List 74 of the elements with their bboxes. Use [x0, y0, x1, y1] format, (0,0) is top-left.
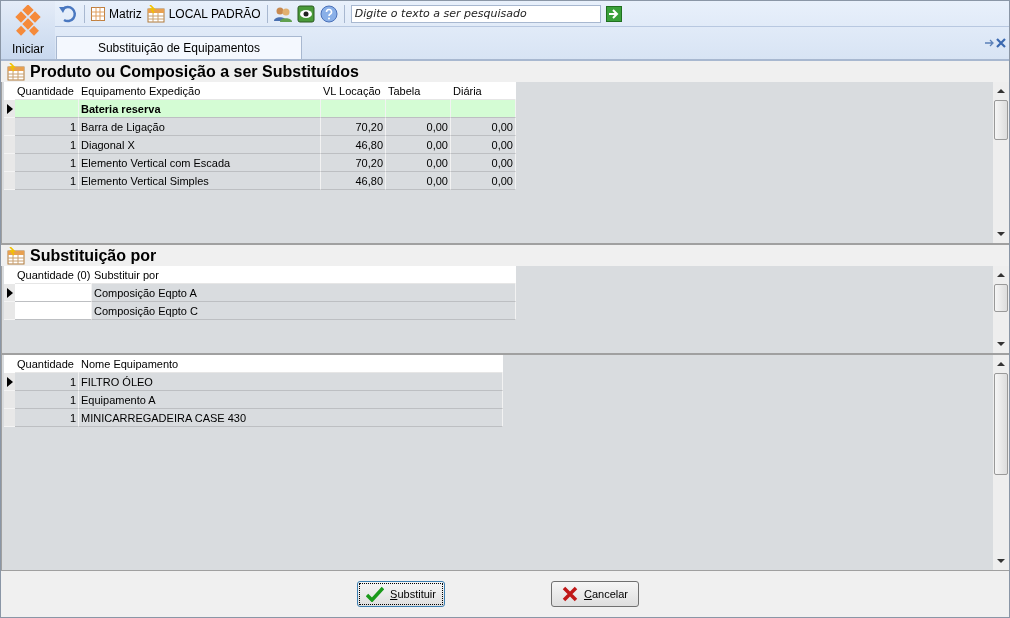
pin-close-icon[interactable]: [985, 38, 1007, 48]
users-icon[interactable]: [273, 5, 292, 22]
grid-icon: [91, 6, 105, 21]
table-cell: 0,00: [386, 136, 451, 154]
table-cell: 46,80: [321, 136, 386, 154]
scrollbar[interactable]: [993, 355, 1009, 570]
table-cell: 0,00: [451, 118, 516, 136]
table-cell: Equipamento A: [79, 391, 503, 409]
header-corner: [4, 266, 15, 284]
branch-button[interactable]: Matriz: [91, 6, 142, 21]
section-title: Substituição por: [30, 246, 157, 265]
column-header[interactable]: Quantidade (0): [15, 266, 92, 284]
table-cell: Composição Eqpto C: [92, 302, 516, 320]
x-icon: [562, 586, 578, 602]
cancel-button[interactable]: Cancelar: [551, 581, 639, 607]
table-cell: 1: [15, 391, 79, 409]
table-cell: 1: [15, 373, 79, 391]
table-cell: 70,20: [321, 118, 386, 136]
column-header[interactable]: Equipamento Expedição: [79, 82, 321, 100]
table-cell: 0,00: [451, 136, 516, 154]
row-indicator-icon: [6, 287, 13, 298]
table-cell: 0,00: [386, 154, 451, 172]
row-indicator-icon: [6, 376, 13, 387]
header-corner: [4, 355, 15, 373]
table-cell: 0,00: [386, 172, 451, 190]
table-cell: [321, 100, 386, 118]
table-cell: 1: [15, 154, 79, 172]
table-cell: 46,80: [321, 172, 386, 190]
column-header[interactable]: VL Locação: [321, 82, 386, 100]
table-cell: 70,20: [321, 154, 386, 172]
column-header[interactable]: Substituir por: [92, 266, 516, 284]
table-cell: 0,00: [386, 118, 451, 136]
table-cell: Elemento Vertical com Escada: [79, 154, 321, 172]
table-cell: [451, 100, 516, 118]
scrollbar[interactable]: [993, 266, 1009, 353]
go-arrow-icon[interactable]: [605, 5, 622, 22]
undo-icon[interactable]: [58, 4, 78, 23]
table-cell: 0,00: [451, 154, 516, 172]
column-header[interactable]: Tabela: [386, 82, 451, 100]
column-header[interactable]: Quantidade: [15, 355, 79, 373]
substitute-button[interactable]: Substituir: [357, 581, 445, 607]
table-cell: FILTRO ÓLEO: [79, 373, 503, 391]
section-title: Produto ou Composição a ser Substituídos: [30, 62, 359, 81]
logo[interactable]: [13, 5, 43, 37]
table-cell: Diagonal X: [79, 136, 321, 154]
table-cell: 1: [15, 118, 79, 136]
column-header[interactable]: Quantidade: [15, 82, 79, 100]
table-cell: Bateria reserva: [79, 100, 321, 118]
table-cell: 1: [15, 136, 79, 154]
column-header[interactable]: Nome Equipamento: [79, 355, 503, 373]
scrollbar[interactable]: [993, 82, 1009, 243]
tab[interactable]: Substituição de Equipamentos: [56, 36, 302, 59]
table-cell: [386, 100, 451, 118]
table-cell: MINICARREGADEIRA CASE 430: [79, 409, 503, 427]
checkmark-icon: [366, 586, 385, 602]
help-icon[interactable]: [319, 4, 338, 23]
table-icon: [146, 4, 165, 23]
table-cell: Elemento Vertical Simples: [79, 172, 321, 190]
location-button[interactable]: LOCAL PADRÃO: [146, 4, 261, 23]
column-header[interactable]: Diária: [451, 82, 516, 100]
eye-icon[interactable]: [296, 4, 315, 23]
search-field[interactable]: Digite o texto a ser pesquisado: [350, 4, 601, 23]
row-header[interactable]: [4, 373, 15, 391]
table-icon: [7, 246, 27, 265]
table-icon: [7, 62, 27, 81]
table-cell: [15, 100, 79, 118]
header-corner: [4, 82, 15, 100]
start-button[interactable]: Iniciar: [12, 42, 44, 56]
row-indicator-icon: [6, 103, 13, 114]
table-cell: Composição Eqpto A: [92, 284, 516, 302]
table-cell: Barra de Ligação: [79, 118, 321, 136]
table-cell: 0,00: [451, 172, 516, 190]
table-cell: 1: [15, 409, 79, 427]
table-cell: 1: [15, 172, 79, 190]
